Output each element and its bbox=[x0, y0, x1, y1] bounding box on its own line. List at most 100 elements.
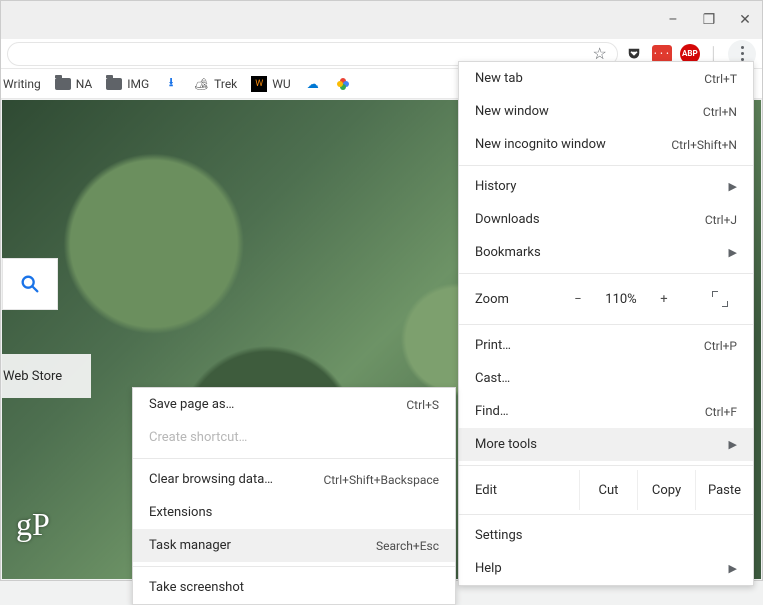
menu-divider bbox=[459, 324, 753, 325]
menu-divider bbox=[459, 165, 753, 166]
search-icon bbox=[19, 273, 41, 295]
menu-history[interactable]: History ▶ bbox=[459, 170, 753, 203]
submenu-create-shortcut: Create shortcut… bbox=[133, 421, 455, 454]
menu-bookmarks[interactable]: Bookmarks ▶ bbox=[459, 236, 753, 269]
webstore-tile[interactable]: Web Store bbox=[2, 354, 91, 398]
edit-cut-button[interactable]: Cut bbox=[579, 470, 637, 510]
submenu-arrow-icon: ▶ bbox=[729, 246, 737, 259]
menu-more-tools[interactable]: More tools ▶ bbox=[459, 428, 753, 461]
submenu-arrow-icon: ▶ bbox=[729, 562, 737, 575]
menu-new-tab[interactable]: New tab Ctrl+T bbox=[459, 62, 753, 95]
menu-edit-row: Edit Cut Copy Paste bbox=[459, 470, 753, 510]
bookmark-onedrive[interactable]: ☁ bbox=[305, 76, 321, 92]
menu-shortcut: Ctrl+Shift+Backspace bbox=[323, 473, 439, 487]
wu-icon: W bbox=[251, 76, 267, 92]
menu-help[interactable]: Help ▶ bbox=[459, 552, 753, 585]
window-close-button[interactable]: ✕ bbox=[738, 13, 752, 27]
submenu-extensions[interactable]: Extensions bbox=[133, 496, 455, 529]
bookmark-label: Trek bbox=[214, 77, 237, 91]
menu-shortcut: Ctrl+F bbox=[705, 405, 737, 419]
bookmark-writing[interactable]: Writing bbox=[3, 77, 41, 91]
page-logo: gP bbox=[16, 506, 50, 543]
menu-divider bbox=[133, 458, 455, 459]
fullscreen-icon bbox=[712, 291, 728, 307]
fullscreen-button[interactable] bbox=[703, 288, 737, 310]
menu-shortcut: Search+Esc bbox=[376, 539, 439, 553]
menu-shortcut: Ctrl+S bbox=[406, 398, 439, 412]
bookmark-download[interactable]: ⭳ bbox=[163, 76, 179, 92]
bookmark-label: IMG bbox=[127, 77, 149, 91]
photos-icon bbox=[335, 76, 351, 92]
menu-find[interactable]: Find… Ctrl+F bbox=[459, 395, 753, 428]
menu-item-label: New tab bbox=[475, 71, 704, 86]
submenu-take-screenshot[interactable]: Take screenshot bbox=[133, 571, 455, 604]
menu-item-label: New incognito window bbox=[475, 137, 671, 152]
folder-icon bbox=[106, 78, 122, 90]
bookmark-label: WU bbox=[272, 77, 290, 91]
menu-item-label: Downloads bbox=[475, 212, 705, 227]
menu-new-window[interactable]: New window Ctrl+N bbox=[459, 95, 753, 128]
search-launcher[interactable] bbox=[2, 258, 58, 310]
webstore-label: Web Store bbox=[3, 369, 62, 384]
submenu-save-page[interactable]: Save page as… Ctrl+S bbox=[133, 388, 455, 421]
bookmark-wu[interactable]: W WU bbox=[251, 76, 290, 92]
submenu-task-manager[interactable]: Task manager Search+Esc bbox=[133, 529, 455, 562]
menu-item-label: Print… bbox=[475, 338, 704, 353]
menu-item-label: Save page as… bbox=[149, 397, 406, 412]
menu-item-label: Bookmarks bbox=[475, 245, 729, 260]
menu-zoom-row: Zoom − 110% + bbox=[459, 278, 753, 320]
zoom-percent: 110% bbox=[597, 292, 645, 307]
zoom-label: Zoom bbox=[475, 292, 559, 307]
submenu-arrow-icon: ▶ bbox=[729, 438, 737, 451]
menu-item-label: Help bbox=[475, 561, 729, 576]
menu-item-label: New window bbox=[475, 104, 703, 119]
menu-incognito[interactable]: New incognito window Ctrl+Shift+N bbox=[459, 128, 753, 161]
menu-shortcut: Ctrl+T bbox=[704, 72, 737, 86]
bookmark-folder-img[interactable]: IMG bbox=[106, 77, 149, 91]
edit-copy-button[interactable]: Copy bbox=[637, 470, 695, 510]
bookmark-trek[interactable]: 🏕 Trek bbox=[193, 76, 237, 92]
menu-shortcut: Ctrl+J bbox=[705, 213, 737, 227]
menu-shortcut: Ctrl+P bbox=[704, 339, 737, 353]
bookmark-folder-na[interactable]: NA bbox=[55, 77, 93, 91]
menu-divider bbox=[459, 465, 753, 466]
menu-divider bbox=[459, 514, 753, 515]
menu-settings[interactable]: Settings bbox=[459, 519, 753, 552]
window-maximize-button[interactable]: ❐ bbox=[702, 13, 716, 27]
window-titlebar: – ❐ ✕ bbox=[1, 1, 762, 39]
menu-print[interactable]: Print… Ctrl+P bbox=[459, 329, 753, 362]
chrome-main-menu: New tab Ctrl+T New window Ctrl+N New inc… bbox=[458, 61, 754, 586]
window-minimize-button[interactable]: – bbox=[666, 13, 680, 27]
menu-divider bbox=[459, 273, 753, 274]
trek-icon: 🏕 bbox=[193, 76, 209, 92]
zoom-in-button[interactable]: + bbox=[645, 292, 683, 307]
menu-item-label: Cast… bbox=[475, 371, 737, 386]
onedrive-icon: ☁ bbox=[305, 76, 321, 92]
menu-item-label: More tools bbox=[475, 437, 729, 452]
menu-downloads[interactable]: Downloads Ctrl+J bbox=[459, 203, 753, 236]
edit-label: Edit bbox=[475, 483, 579, 498]
menu-item-label: Create shortcut… bbox=[149, 430, 439, 445]
submenu-clear-browsing-data[interactable]: Clear browsing data… Ctrl+Shift+Backspac… bbox=[133, 463, 455, 496]
menu-item-label: History bbox=[475, 179, 729, 194]
bookmark-label: Writing bbox=[3, 77, 41, 91]
menu-cast[interactable]: Cast… bbox=[459, 362, 753, 395]
menu-item-label: Extensions bbox=[149, 505, 439, 520]
toolbar-separator: │ bbox=[710, 46, 718, 62]
bookmark-photos[interactable] bbox=[335, 76, 351, 92]
edit-paste-button[interactable]: Paste bbox=[695, 470, 753, 510]
folder-icon bbox=[55, 78, 71, 90]
menu-divider bbox=[133, 566, 455, 567]
menu-item-label: Settings bbox=[475, 528, 737, 543]
download-icon: ⭳ bbox=[163, 76, 179, 92]
menu-item-label: Clear browsing data… bbox=[149, 472, 323, 487]
menu-item-label: Find… bbox=[475, 404, 705, 419]
bookmark-label: NA bbox=[76, 77, 93, 91]
more-tools-submenu: Save page as… Ctrl+S Create shortcut… Cl… bbox=[132, 387, 456, 605]
lastpass-extension-icon[interactable]: • • • bbox=[652, 45, 672, 63]
menu-shortcut: Ctrl+Shift+N bbox=[671, 138, 737, 152]
menu-item-label: Take screenshot bbox=[149, 580, 439, 595]
zoom-out-button[interactable]: − bbox=[559, 292, 597, 307]
menu-shortcut: Ctrl+N bbox=[703, 105, 737, 119]
submenu-arrow-icon: ▶ bbox=[729, 180, 737, 193]
